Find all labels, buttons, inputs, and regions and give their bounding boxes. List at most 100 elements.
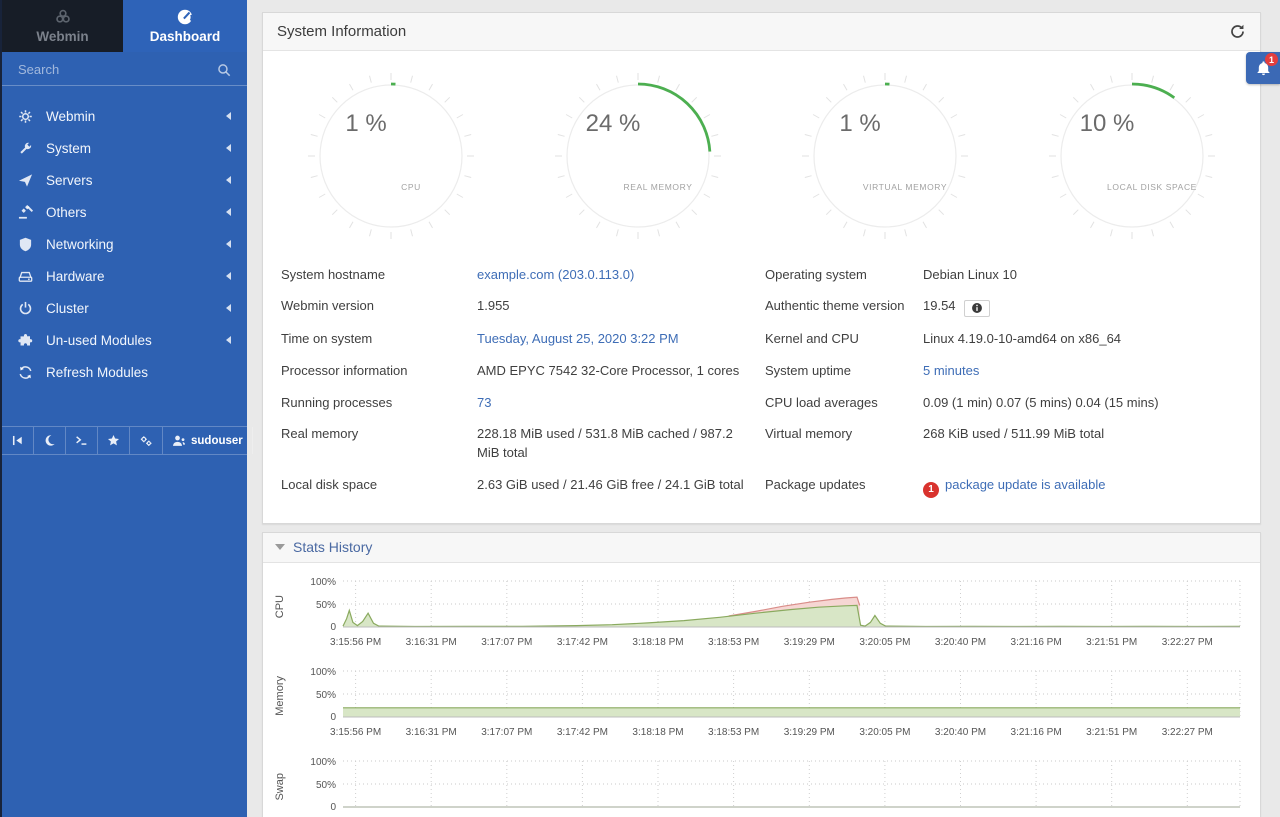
sidebar-item-refresh-modules[interactable]: Refresh Modules bbox=[2, 356, 247, 388]
notifications-tab[interactable]: 1 bbox=[1246, 52, 1280, 84]
svg-text:3:20:05 PM: 3:20:05 PM bbox=[859, 637, 910, 648]
svg-text:3:18:53 PM: 3:18:53 PM bbox=[708, 727, 759, 738]
gauge-local-disk-space: 10 %LOCAL DISK SPACE bbox=[1010, 71, 1254, 241]
search-input[interactable] bbox=[18, 62, 217, 77]
info-value-link[interactable]: Tuesday, August 25, 2020 3:22 PM bbox=[477, 331, 679, 346]
sidebar-item-label: Refresh Modules bbox=[46, 365, 231, 380]
charts-area: CPU100%50%03:15:56 PM3:16:31 PM3:17:07 P… bbox=[263, 563, 1260, 817]
tab-dashboard[interactable]: Dashboard bbox=[123, 0, 247, 52]
wrench-icon bbox=[18, 141, 40, 156]
svg-text:0: 0 bbox=[330, 802, 336, 813]
info-value: AMD EPYC 7542 32-Core Processor, 1 cores bbox=[477, 355, 765, 387]
sidebar-item-webmin[interactable]: Webmin bbox=[2, 100, 247, 132]
svg-text:3:15:56 PM: 3:15:56 PM bbox=[330, 637, 381, 648]
refresh-icon[interactable] bbox=[1229, 23, 1246, 40]
chart-plot: 100%50%03:15:56 PM3:16:31 PM3:17:07 PM3:… bbox=[297, 575, 1252, 654]
info-label: Virtual memory bbox=[765, 419, 923, 470]
info-value-link[interactable]: package update is available bbox=[945, 477, 1105, 492]
night-mode-button[interactable] bbox=[34, 427, 66, 454]
svg-text:3:17:42 PM: 3:17:42 PM bbox=[557, 637, 608, 648]
favorites-button[interactable] bbox=[98, 427, 130, 454]
svg-text:1 %: 1 % bbox=[839, 110, 880, 137]
theme-settings-button[interactable] bbox=[130, 427, 163, 454]
svg-text:3:21:51 PM: 3:21:51 PM bbox=[1086, 727, 1137, 738]
svg-text:3:21:51 PM: 3:21:51 PM bbox=[1086, 637, 1137, 648]
main-content: System Information 1 %CPU24 %REAL MEMORY… bbox=[247, 0, 1280, 817]
info-label: Time on system bbox=[281, 323, 477, 355]
svg-text:3:19:29 PM: 3:19:29 PM bbox=[784, 727, 835, 738]
tab-webmin-label: Webmin bbox=[36, 29, 88, 44]
svg-text:50%: 50% bbox=[316, 600, 336, 611]
svg-text:3:19:29 PM: 3:19:29 PM bbox=[784, 637, 835, 648]
svg-text:3:18:18 PM: 3:18:18 PM bbox=[632, 637, 683, 648]
info-value-link[interactable]: 73 bbox=[477, 395, 491, 410]
svg-text:3:22:27 PM: 3:22:27 PM bbox=[1162, 637, 1213, 648]
gauges-row: 1 %CPU24 %REAL MEMORY1 %VIRTUAL MEMORY10… bbox=[263, 51, 1260, 245]
sidebar-item-servers[interactable]: Servers bbox=[2, 164, 247, 196]
info-value: 1 package update is available bbox=[923, 470, 1250, 505]
chart-y-axis-title: Memory bbox=[263, 665, 297, 744]
theme-info-button[interactable] bbox=[964, 300, 990, 317]
sidebar-menu: Webmin System ServersOthers Networking Hardw… bbox=[2, 100, 247, 388]
info-label: Real memory bbox=[281, 419, 477, 470]
sidebar-item-cluster[interactable]: Cluster bbox=[2, 292, 247, 324]
moon-icon bbox=[43, 434, 56, 447]
power-icon bbox=[18, 301, 40, 316]
tab-dashboard-label: Dashboard bbox=[150, 29, 221, 44]
caret-down-icon bbox=[275, 544, 285, 550]
info-value: 73 bbox=[477, 387, 765, 419]
sidebar-footer-bar: sudouser bbox=[2, 426, 247, 455]
system-information-header: System Information bbox=[263, 13, 1260, 51]
svg-text:24 %: 24 % bbox=[586, 110, 641, 137]
system-information-panel: System Information 1 %CPU24 %REAL MEMORY… bbox=[262, 12, 1261, 524]
collapse-sidebar-button[interactable] bbox=[2, 427, 34, 454]
sidebar-item-label: Networking bbox=[46, 237, 226, 252]
info-label: Running processes bbox=[281, 387, 477, 419]
svg-text:3:22:27 PM: 3:22:27 PM bbox=[1162, 727, 1213, 738]
swap-history-chart: Swap100%50%03:15:56 PM3:16:31 PM3:17:07 … bbox=[263, 755, 1252, 817]
svg-text:REAL MEMORY: REAL MEMORY bbox=[623, 182, 692, 192]
svg-text:3:20:40 PM: 3:20:40 PM bbox=[935, 637, 986, 648]
info-label: Operating system bbox=[765, 259, 923, 291]
search-icon[interactable] bbox=[217, 63, 231, 77]
info-value-link[interactable]: 5 minutes bbox=[923, 363, 979, 378]
info-label: Processor information bbox=[281, 355, 477, 387]
gauge-real-memory: 24 % REAL MEMORY bbox=[516, 71, 760, 241]
info-value: 1.955 bbox=[477, 291, 765, 324]
svg-text:3:18:53 PM: 3:18:53 PM bbox=[708, 637, 759, 648]
chart-y-axis-title: Swap bbox=[263, 755, 297, 817]
svg-text:3:18:18 PM: 3:18:18 PM bbox=[632, 727, 683, 738]
info-value: 2.63 GiB used / 21.46 GiB free / 24.1 Gi… bbox=[477, 470, 765, 505]
svg-text:100%: 100% bbox=[310, 757, 336, 768]
stats-history-header[interactable]: Stats History bbox=[263, 533, 1260, 563]
memory-history-chart: Memory100%50%03:15:56 PM3:16:31 PM3:17:0… bbox=[263, 665, 1252, 744]
svg-text:0: 0 bbox=[330, 622, 336, 633]
chevron-left-icon bbox=[226, 304, 231, 312]
star-icon bbox=[107, 434, 120, 447]
plane-icon bbox=[18, 173, 40, 188]
info-label: Webmin version bbox=[281, 291, 477, 324]
chart-plot: 100%50%03:15:56 PM3:16:31 PM3:17:07 PM3:… bbox=[297, 755, 1252, 817]
chevron-left-icon bbox=[226, 240, 231, 248]
tab-webmin[interactable]: Webmin bbox=[2, 0, 123, 52]
sidebar-item-hardware[interactable]: Hardware bbox=[2, 260, 247, 292]
username-label: sudouser bbox=[191, 435, 243, 447]
svg-text:0: 0 bbox=[330, 712, 336, 723]
sidebar-item-label: System bbox=[46, 141, 226, 156]
sidebar-item-unused-modules[interactable]: Un-used Modules bbox=[2, 324, 247, 356]
sidebar-item-system[interactable]: System bbox=[2, 132, 247, 164]
puzzle-icon bbox=[18, 333, 40, 348]
user-button[interactable]: sudouser bbox=[163, 427, 253, 454]
info-value-link[interactable]: example.com (203.0.113.0) bbox=[477, 267, 634, 282]
sidebar-item-others[interactable]: Others bbox=[2, 196, 247, 228]
sidebar-item-networking[interactable]: Networking bbox=[2, 228, 247, 260]
update-count-badge: 1 bbox=[923, 482, 939, 498]
webmin-logo-icon bbox=[54, 8, 72, 26]
chevron-left-icon bbox=[226, 336, 231, 344]
svg-text:3:21:16 PM: 3:21:16 PM bbox=[1011, 637, 1062, 648]
svg-text:3:17:42 PM: 3:17:42 PM bbox=[557, 727, 608, 738]
gavel-icon bbox=[18, 205, 40, 220]
chevron-left-icon bbox=[226, 208, 231, 216]
terminal-button[interactable] bbox=[66, 427, 98, 454]
gauge-virtual-memory: 1 %VIRTUAL MEMORY bbox=[763, 71, 1007, 241]
